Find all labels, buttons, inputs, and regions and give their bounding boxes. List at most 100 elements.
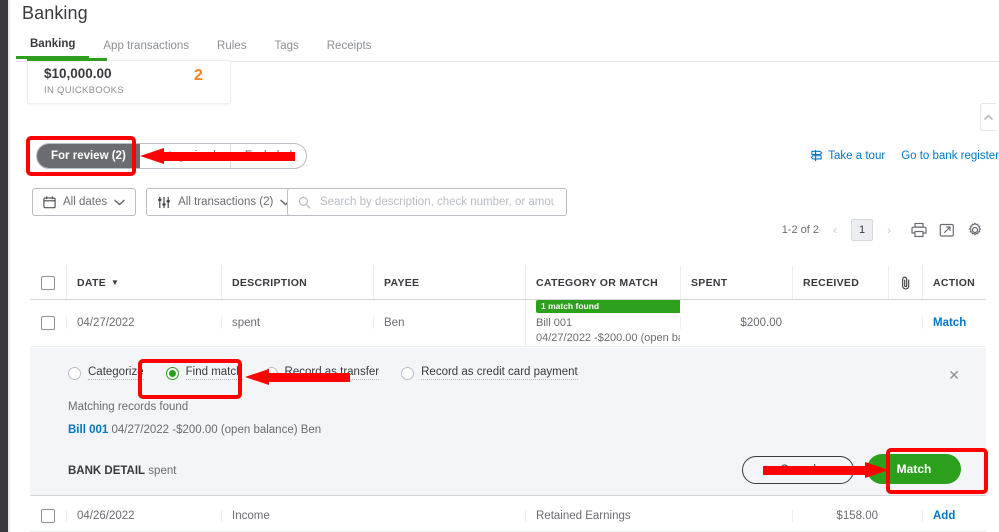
bank-detail-label: BANK DETAIL	[68, 465, 146, 477]
tab-receipts[interactable]: Receipts	[313, 40, 386, 59]
radio-icon	[68, 366, 81, 380]
detail-mode-radio-group: Categorize Find match Record as transfer…	[68, 366, 600, 380]
calendar-icon	[43, 195, 56, 208]
date-filter-button[interactable]: All dates	[32, 188, 137, 216]
radio-option-categorize-label: Categorize	[88, 366, 144, 380]
matching-record-details: 04/27/2022 -$200.00 (open balance) Ben	[111, 424, 322, 436]
select-all-cell	[30, 266, 66, 299]
table-row[interactable]: 04/27/2022 spent Ben 1 match found Bill …	[30, 300, 986, 348]
transactions-table-continued: 04/26/2022 Income Retained Earnings $158…	[30, 500, 986, 532]
transaction-detail-panel: Categorize Find match Record as transfer…	[30, 348, 986, 496]
paperclip-icon	[901, 276, 909, 289]
toolbar-links: Take a tour Go to bank register	[810, 149, 999, 162]
match-action-link[interactable]: Match	[933, 317, 966, 329]
search-input[interactable]	[318, 195, 556, 209]
tab-rules[interactable]: Rules	[203, 40, 260, 59]
radio-option-record-as-credit-card-payment-label: Record as credit card payment	[421, 366, 578, 380]
match-button[interactable]: Match	[867, 454, 961, 484]
row-select-cell	[30, 316, 66, 331]
go-to-bank-register-link[interactable]: Go to bank register	[901, 150, 999, 162]
close-detail-panel-button[interactable]: ✕	[948, 368, 960, 382]
matching-records-heading: Matching records found	[68, 401, 189, 413]
status-pill-for-review[interactable]: For review (2)	[37, 144, 140, 168]
search-icon	[298, 196, 311, 208]
column-header-date[interactable]: DATE ▼	[66, 266, 221, 299]
row-checkbox[interactable]	[41, 508, 55, 523]
bank-detail-row: BANK DETAIL spent	[68, 465, 176, 477]
radio-option-record-as-transfer[interactable]: Record as transfer	[264, 366, 380, 380]
left-nav-rail-shadow	[8, 0, 11, 532]
search-box[interactable]	[287, 188, 567, 216]
cell-description: spent	[221, 317, 373, 330]
status-filter-pill-group: For review (2) Categorized Excluded	[36, 143, 308, 169]
matching-record-row[interactable]: Bill 001 04/27/2022 -$200.00 (open balan…	[68, 424, 321, 436]
tabstrip: Banking App transactions Rules Tags Rece…	[16, 38, 999, 62]
radio-option-find-match-label: Find match	[185, 366, 243, 380]
date-filter-label: All dates	[63, 196, 108, 208]
cell-category-or-match: Retained Earnings	[525, 509, 680, 522]
pagination-next-button[interactable]: ›	[885, 223, 893, 237]
pagination-range: 1-2 of 2	[781, 224, 819, 236]
column-header-category-or-match[interactable]: CATEGORY OR MATCH	[525, 266, 680, 299]
cell-action: Match	[922, 317, 986, 330]
tab-banking[interactable]: Banking	[16, 38, 89, 59]
account-balance: $10,000.00	[44, 66, 112, 81]
add-action-link[interactable]: Add	[933, 510, 955, 522]
gear-icon[interactable]	[967, 222, 983, 238]
export-icon[interactable]	[939, 222, 955, 238]
status-pill-excluded[interactable]: Excluded	[231, 144, 306, 168]
matching-record-link[interactable]: Bill 001	[68, 424, 108, 436]
tab-tags[interactable]: Tags	[260, 40, 312, 59]
column-header-payee[interactable]: PAYEE	[373, 266, 525, 299]
take-a-tour-link[interactable]: Take a tour	[810, 149, 885, 162]
column-header-received[interactable]: RECEIVED	[792, 266, 888, 299]
pagination-prev-button[interactable]: ‹	[831, 223, 839, 237]
transaction-type-filter-label: All transactions (2)	[178, 196, 274, 208]
sort-descending-icon: ▼	[111, 278, 120, 287]
filter-row: All dates All transactions (2)	[32, 188, 303, 216]
chevron-up-icon	[984, 114, 993, 120]
pagination: 1-2 of 2 ‹ 1 ›	[782, 219, 983, 241]
table-row[interactable]: 04/26/2022 Income Retained Earnings $158…	[30, 500, 986, 532]
radio-icon	[401, 366, 415, 380]
cell-action: Add	[922, 509, 986, 522]
tab-app-transactions[interactable]: App transactions	[89, 40, 203, 59]
cancel-button[interactable]: Cancel	[742, 456, 854, 484]
chevron-down-icon	[114, 199, 125, 205]
radio-icon	[264, 366, 278, 380]
transactions-table: DATE ▼ DESCRIPTION PAYEE CATEGORY OR MAT…	[30, 266, 986, 348]
account-balance-caption: IN QUICKBOOKS	[44, 85, 124, 96]
account-review-count: 2	[194, 67, 203, 84]
column-header-description[interactable]: DESCRIPTION	[221, 266, 373, 299]
status-pill-categorized[interactable]: Categorized	[140, 144, 231, 168]
column-header-spent[interactable]: SPENT	[680, 266, 792, 299]
row-select-cell	[30, 508, 66, 523]
select-all-checkbox[interactable]	[41, 275, 55, 290]
table-header-row: DATE ▼ DESCRIPTION PAYEE CATEGORY OR MAT…	[30, 266, 986, 300]
cell-category-or-match: 1 match found Bill 001 04/27/2022 -$200.…	[525, 300, 680, 347]
match-record-detail: 04/27/2022 -$200.00 (open balan	[536, 332, 680, 345]
column-header-date-label: DATE	[77, 276, 107, 289]
pagination-page-1[interactable]: 1	[851, 219, 873, 241]
cell-payee: Ben	[373, 317, 525, 330]
go-to-bank-register-label: Go to bank register	[901, 149, 999, 162]
transaction-type-filter-button[interactable]: All transactions (2)	[146, 188, 303, 216]
row-checkbox[interactable]	[41, 316, 55, 331]
radio-option-record-as-credit-card-payment[interactable]: Record as credit card payment	[401, 366, 578, 380]
signpost-icon	[811, 149, 823, 162]
match-found-badge: 1 match found	[536, 300, 680, 314]
cell-date: 04/26/2022	[66, 509, 221, 522]
account-card[interactable]: $10,000.00 IN QUICKBOOKS 2	[27, 58, 231, 104]
filter-sliders-icon	[158, 196, 170, 208]
bank-detail-value: spent	[148, 465, 177, 477]
account-card-accent-bar	[27, 58, 107, 61]
radio-option-categorize[interactable]: Categorize	[68, 366, 144, 380]
left-nav-rail	[0, 0, 8, 532]
column-header-action: ACTION	[922, 266, 986, 299]
collapse-accounts-button[interactable]	[980, 103, 996, 131]
radio-option-find-match[interactable]: Find match	[165, 366, 243, 380]
cell-description: Income	[221, 509, 373, 522]
print-icon[interactable]	[911, 222, 927, 238]
page-title: Banking	[22, 3, 88, 23]
cell-date: 04/27/2022	[66, 317, 221, 330]
